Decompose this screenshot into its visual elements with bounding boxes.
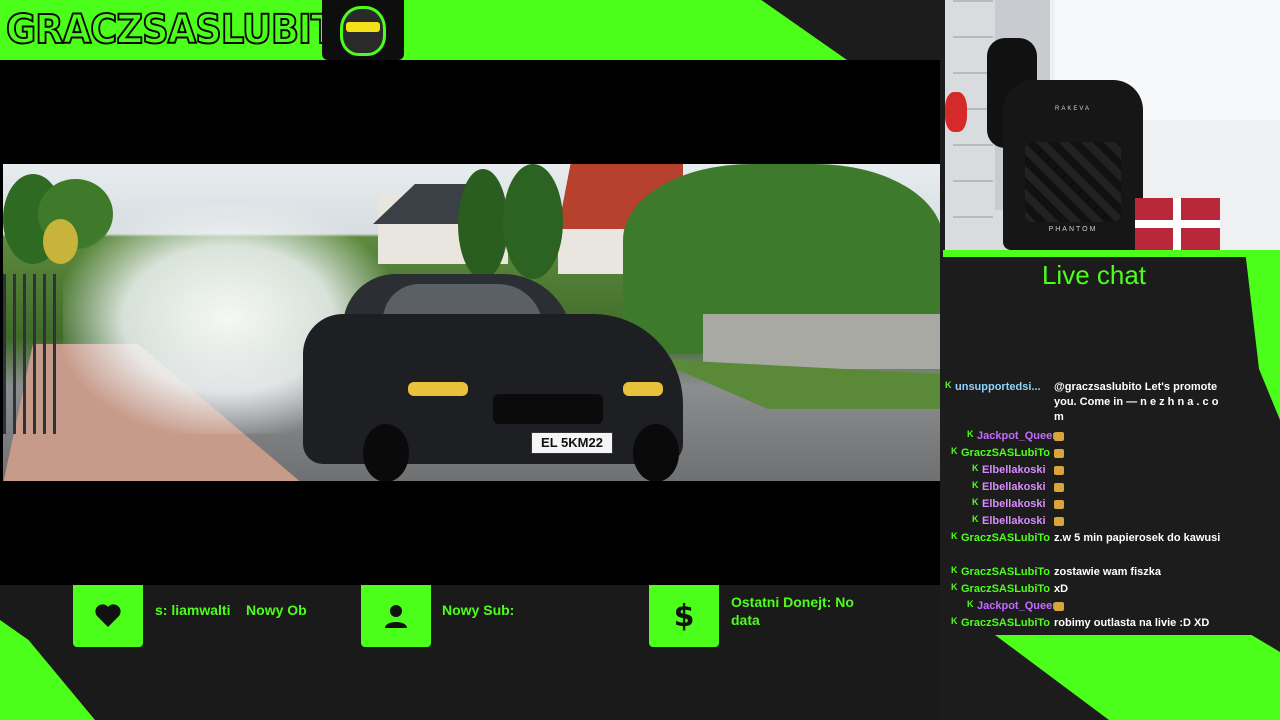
- kick-badge-icon: K: [967, 599, 974, 609]
- chat-text: z.w 5 min papierosek do kawusi: [1054, 532, 1221, 544]
- chat-text: [1054, 463, 1224, 478]
- donation-ticker: Ostatni Donejt: No data: [731, 594, 854, 628]
- kick-badge-icon: K: [951, 565, 958, 575]
- chat-text: robimy outlasta na livie :D XD: [1054, 617, 1210, 629]
- header-decoration: [761, 0, 945, 60]
- kick-badge-icon: K: [951, 531, 958, 541]
- chat-username[interactable]: Jackpot_Queen: [977, 599, 1059, 614]
- kick-badge-icon: K: [972, 497, 979, 507]
- kick-badge-icon: K: [951, 616, 958, 626]
- fence: [3, 274, 58, 434]
- chair-brand-top: RAKEVA: [1055, 106, 1091, 112]
- chat-text: [1054, 599, 1224, 614]
- kick-badge-icon: K: [972, 480, 979, 490]
- chat-text: [1054, 480, 1224, 495]
- emote-icon: [1054, 499, 1064, 509]
- mascot-glasses-icon: [346, 22, 380, 32]
- gaming-chair: RAKEVA PHANTOM: [1003, 80, 1143, 250]
- chat-title: Live chat: [1041, 260, 1147, 290]
- headlight-left: [408, 382, 468, 396]
- chat-username[interactable]: Elbellakoski: [982, 463, 1046, 478]
- chat-username[interactable]: GraczSASLubiTo: [961, 582, 1050, 597]
- chat-text: [1054, 514, 1224, 529]
- kick-badge-icon: K: [972, 514, 979, 524]
- chat-frame-top: [943, 250, 1280, 257]
- webcam-feed: RAKEVA PHANTOM: [945, 0, 1280, 250]
- kick-badge-icon: K: [967, 429, 974, 439]
- emote-icon: [1054, 601, 1064, 611]
- car-grille: [493, 394, 603, 424]
- emote-icon: [1054, 465, 1064, 475]
- user-icon: [361, 585, 431, 647]
- license-plate: EL 5KM22: [531, 432, 613, 454]
- headlight-right: [623, 382, 663, 396]
- follower-ticker: s: liamwalti Nowy Ob: [155, 602, 307, 618]
- chat-text: @graczsaslubito Let's promote you. Come …: [1054, 381, 1219, 423]
- tree-icon: [458, 169, 508, 279]
- chat-text: [1054, 446, 1224, 461]
- kick-badge-icon: K: [951, 446, 958, 456]
- chat-username[interactable]: Jackpot_Queen: [977, 429, 1059, 444]
- chair-seat: [1025, 142, 1121, 222]
- video-player[interactable]: EL 5KM22: [0, 60, 940, 585]
- emote-icon: [1054, 482, 1064, 492]
- chat-text: [1054, 497, 1224, 512]
- emote-icon: [1054, 448, 1064, 458]
- chat-text: [1054, 429, 1224, 444]
- chair-brand-bottom: PHANTOM: [1048, 226, 1098, 233]
- chat-username[interactable]: GraczSASLubiTo: [961, 531, 1050, 546]
- chat-username[interactable]: Elbellakoski: [982, 497, 1046, 512]
- chat-username[interactable]: GraczSASLubiTo: [961, 616, 1050, 631]
- chat-username[interactable]: GraczSASLubiTo: [961, 565, 1050, 580]
- car: EL 5KM22: [303, 274, 683, 481]
- chat-username[interactable]: GraczSASLubiTo: [961, 446, 1050, 461]
- kick-badge-icon: K: [972, 463, 979, 473]
- chat-frame-right: [1245, 250, 1280, 420]
- chat-username[interactable]: unsupportedsi...: [955, 380, 1041, 395]
- chat-username[interactable]: Elbellakoski: [982, 480, 1046, 495]
- subscriber-ticker: Nowy Sub:: [442, 602, 515, 618]
- video-scene: EL 5KM22: [3, 164, 940, 481]
- kick-badge-icon: K: [945, 380, 952, 390]
- emote-icon: [1054, 516, 1064, 526]
- stats-bar: s: liamwalti Nowy Ob Nowy Sub: $ Ostatni…: [0, 585, 940, 720]
- tree-icon: [503, 164, 563, 279]
- header-bar: GRACZSASLUBITO: [0, 0, 945, 60]
- chat-bottom-decoration: [995, 635, 1280, 720]
- chat-panel: Live chat Kunsupportedsi... @graczsaslubi…: [943, 257, 1245, 637]
- chat-text: zostawie wam fiszka: [1054, 566, 1161, 578]
- chat-username[interactable]: Elbellakoski: [982, 514, 1046, 529]
- wheel: [633, 424, 679, 481]
- channel-name: GRACZSASLUBITO: [5, 6, 367, 54]
- heart-icon: [73, 585, 143, 647]
- dollar-icon: $: [649, 585, 719, 647]
- kick-badge-icon: K: [951, 582, 958, 592]
- mascot-logo: [322, 0, 404, 60]
- emote-icon: [1054, 431, 1064, 441]
- chat-text: xD: [1054, 583, 1069, 595]
- flag-box: [1135, 198, 1220, 250]
- cam-person: [945, 92, 967, 132]
- wheel: [363, 424, 409, 481]
- wall: [703, 314, 940, 369]
